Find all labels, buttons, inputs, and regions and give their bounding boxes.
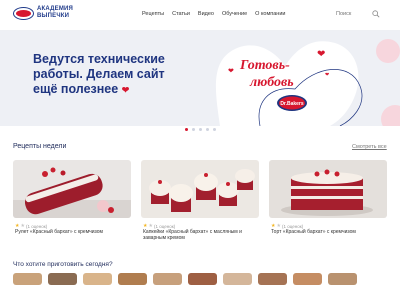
category-thumb-3[interactable]	[83, 273, 112, 285]
hero-line-1: Ведутся технические	[33, 52, 165, 66]
search-icon[interactable]	[372, 10, 380, 18]
nav-item-articles[interactable]: Статьи	[172, 11, 190, 17]
recipe-title[interactable]: Рулет «Красный бархат» с кремчизом	[15, 229, 127, 235]
category-thumbnails	[13, 273, 357, 285]
recipe-image-cake[interactable]	[269, 160, 387, 218]
see-all-link[interactable]: Смотреть все	[352, 144, 387, 150]
section-title-what-to-cook: Что хотите приготовить сегодня?	[13, 261, 113, 268]
recipe-cards: ★ ★ (1 оценок) Рулет «Красный бархат» с …	[13, 160, 387, 246]
category-thumb-6[interactable]	[188, 273, 217, 285]
category-thumb-7[interactable]	[223, 273, 252, 285]
site-name-line1: АКАДЕМИЯ	[37, 6, 74, 12]
slogan-line-1: Готовь-	[239, 58, 290, 73]
small-heart-icon-1: ❤	[228, 68, 234, 75]
recipe-card-cake[interactable]: ★ ★ (1 оценок) Торт «Красный бархат» с к…	[269, 160, 387, 246]
site-name-line2: ВЫПЕЧКИ	[37, 13, 70, 19]
carousel-dot-5[interactable]	[213, 128, 216, 131]
rating-count: (1 оценок)	[153, 223, 176, 229]
category-thumb-2[interactable]	[48, 273, 77, 285]
recipe-image-cupcakes[interactable]	[141, 160, 259, 218]
heart-icon: ❤	[121, 85, 130, 95]
search-input[interactable]	[336, 9, 366, 19]
recipe-card-cupcakes[interactable]: ★ ★ (1 оценок) Капкейки «Красный бархат»…	[141, 160, 259, 246]
carousel-dot-2[interactable]	[192, 128, 195, 131]
rating-count: (1 оценок)	[25, 223, 48, 229]
hero-illustration: ❤ ❤ ❤ ❤ Готовь- любовь Dr.Bakers	[215, 39, 400, 126]
nav-item-recipes[interactable]: Рецепты	[142, 11, 164, 17]
category-thumb-4[interactable]	[118, 273, 147, 285]
carousel-dot-4[interactable]	[206, 128, 209, 131]
small-heart-icon-3: ❤	[325, 72, 329, 78]
hero-banner[interactable]: Ведутся технические работы. Делаем сайт …	[0, 31, 400, 126]
carousel-dot-1[interactable]	[185, 128, 188, 131]
badge-text: Dr.Bakers	[280, 101, 304, 107]
main-nav: Рецепты Статьи Видео Обучение О компании	[142, 11, 286, 17]
category-thumb-9[interactable]	[293, 273, 322, 285]
recipe-image-roll[interactable]	[13, 160, 131, 218]
category-thumb-1[interactable]	[13, 273, 42, 285]
dr-bakers-logo[interactable]	[13, 7, 34, 20]
recipe-card-roll[interactable]: ★ ★ (1 оценок) Рулет «Красный бархат» с …	[13, 160, 131, 246]
search-box	[336, 9, 380, 19]
nav-item-video[interactable]: Видео	[198, 11, 214, 17]
site-name[interactable]: АКАДЕМИЯ ВЫПЕЧКИ	[37, 6, 97, 20]
nav-item-learning[interactable]: Обучение	[222, 11, 247, 17]
hero-line-3: ещё полезнее	[33, 82, 119, 96]
recipe-title[interactable]: Торт «Красный бархат» с кремчизом	[271, 229, 383, 235]
pink-blob-1	[376, 39, 400, 63]
carousel-dots	[185, 128, 216, 131]
site-header: АКАДЕМИЯ ВЫПЕЧКИ Рецепты Статьи Видео Об…	[0, 0, 400, 31]
small-heart-icon-2: ❤	[317, 49, 325, 60]
pink-blob-2	[381, 105, 400, 126]
category-thumb-10[interactable]	[328, 273, 357, 285]
category-thumb-5[interactable]	[153, 273, 182, 285]
section-title-recipes: Рецепты недели	[13, 143, 67, 150]
category-thumb-8[interactable]	[258, 273, 287, 285]
rating-count: (1 оценок)	[281, 223, 304, 229]
nav-item-about[interactable]: О компании	[255, 11, 285, 17]
slogan-line-2: любовь	[249, 75, 294, 90]
carousel-dot-3[interactable]	[199, 128, 202, 131]
recipe-title[interactable]: Капкейки «Красный бархат» с масляным и з…	[143, 229, 255, 241]
hero-message: Ведутся технические работы. Делаем сайт …	[33, 52, 203, 98]
hero-line-2: работы. Делаем сайт	[33, 67, 165, 81]
